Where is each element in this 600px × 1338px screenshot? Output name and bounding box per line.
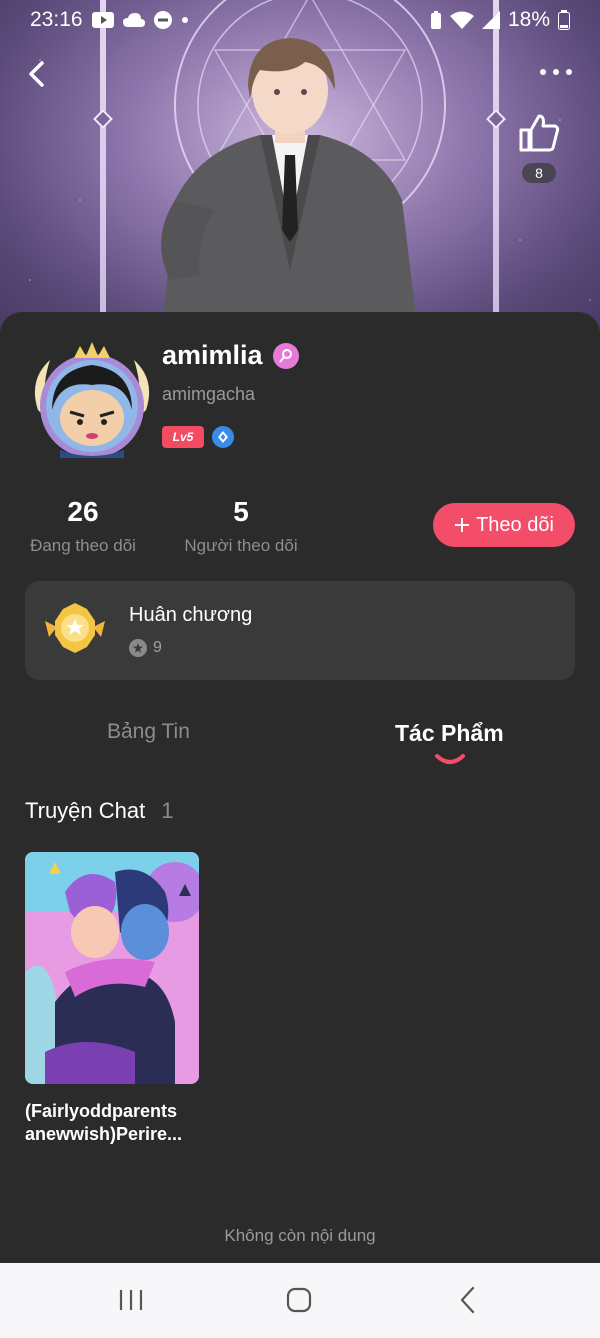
more-options-button[interactable] [536,60,576,84]
chevron-left-icon [29,61,44,87]
user-handle: amimgacha [162,384,256,404]
chevron-left-icon [460,1286,475,1314]
home-button[interactable] [279,1283,319,1317]
section-header: Truyện Chat 1 [25,798,174,824]
followers-stat[interactable]: 5 Người theo dõi [176,496,306,556]
story-title[interactable]: (Fairlyoddparents anewwish)Perire... [25,1100,215,1146]
avatar-image [34,342,150,458]
status-bar: 23:16 18% [0,0,600,40]
section-count: 1 [161,798,174,823]
username-row: amimlia [162,340,299,371]
medal-icon [45,603,105,653]
level-badge: Lv5 [162,426,204,448]
character-illustration [161,38,419,340]
banner-frame-right [493,0,499,340]
wifi-icon [449,11,474,29]
profile-banner: 23:16 18% 8 [0,0,600,340]
following-count: 26 [67,496,99,527]
system-nav-bar [0,1263,600,1338]
badges-row: Lv5 [162,426,234,448]
recent-apps-icon [119,1290,143,1310]
home-icon [286,1287,312,1313]
banner-frame-left [100,0,106,340]
avatar[interactable] [30,340,154,464]
medal-card[interactable]: Huân chương 9 [25,581,575,680]
like-button[interactable]: 8 [514,110,564,183]
female-icon [272,342,299,369]
like-count: 8 [522,163,556,183]
medal-count-row: 9 [129,639,162,657]
system-back-button[interactable] [448,1283,488,1317]
diamond-badge-icon[interactable] [212,426,234,448]
following-label: Đang theo dõi [30,536,136,555]
active-tab-indicator [435,754,465,764]
medal-count: 9 [153,639,162,656]
story-cover-image [25,852,199,1084]
story-cover[interactable] [25,852,199,1084]
username: amimlia [162,340,263,370]
tab-works[interactable]: Tác Phẩm [395,720,504,747]
plus-icon [455,518,470,532]
battery-text: 18% [507,8,550,31]
status-time: 23:16 [30,8,83,31]
back-button[interactable] [20,56,56,92]
end-of-content-text: Không còn nội dung [224,1226,376,1245]
tab-news-feed[interactable]: Bảng Tin [107,720,190,744]
section-title: Truyện Chat [25,798,146,823]
followers-label: Người theo dõi [184,536,298,555]
medal-count-icon [129,639,147,657]
battery-icon [558,10,570,30]
follow-button[interactable]: Theo dõi [433,503,575,547]
youtube-icon [91,12,114,28]
following-stat[interactable]: 26 Đang theo dõi [22,496,144,556]
thumbs-up-icon [519,114,560,152]
more-dot-icon [540,69,546,75]
follow-button-label: Theo dõi [476,513,554,536]
dnd-icon [153,11,172,29]
cloud-icon [122,13,145,27]
signal-icon [481,11,500,29]
recent-apps-button[interactable] [111,1283,151,1317]
battery-saver-icon [430,11,441,29]
notification-dot-icon [181,17,188,23]
more-dot-icon [566,69,572,75]
followers-count: 5 [233,496,249,527]
more-dot-icon [553,69,559,75]
medal-title: Huân chương [129,604,253,626]
